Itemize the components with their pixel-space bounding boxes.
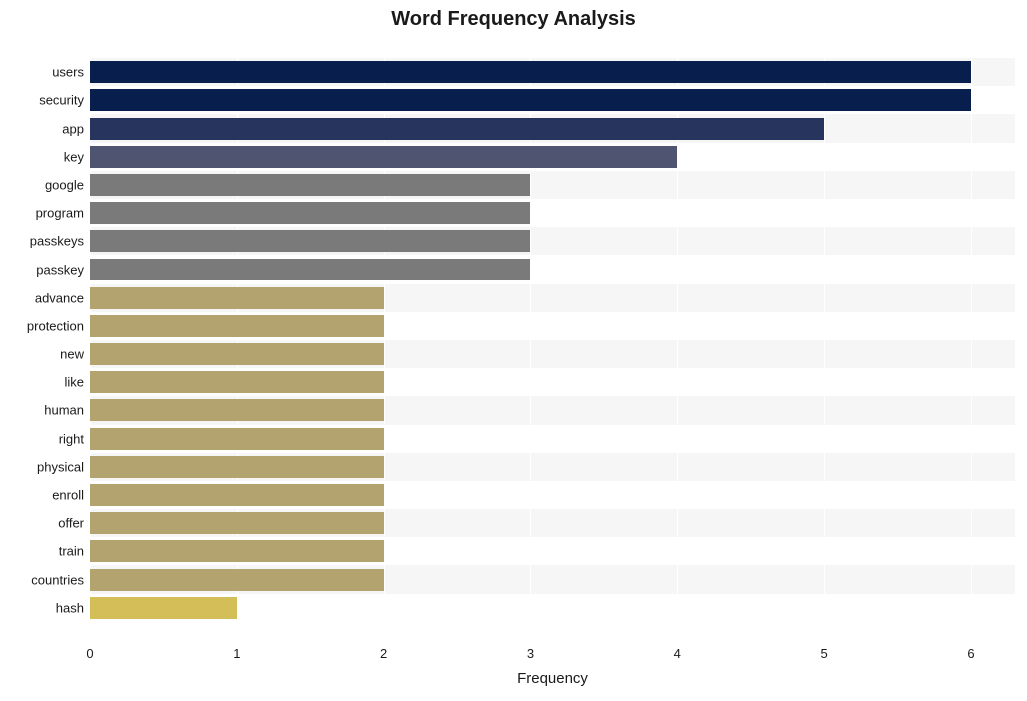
bar xyxy=(90,202,530,224)
y-tick-label: right xyxy=(59,431,84,446)
y-tick-label: enroll xyxy=(52,488,84,503)
bar-row: human xyxy=(90,396,1015,424)
bar xyxy=(90,61,971,83)
bar xyxy=(90,456,384,478)
y-tick-label: advance xyxy=(35,290,84,305)
gridline xyxy=(824,38,825,642)
bar xyxy=(90,484,384,506)
bar xyxy=(90,371,384,393)
y-tick-label: human xyxy=(44,403,84,418)
bar xyxy=(90,146,677,168)
y-tick-label: security xyxy=(39,93,84,108)
bar xyxy=(90,512,384,534)
y-tick-label: passkeys xyxy=(30,234,84,249)
bar-row: users xyxy=(90,58,1015,86)
bar-row: advance xyxy=(90,284,1015,312)
bar-row: key xyxy=(90,143,1015,171)
y-tick-label: physical xyxy=(37,459,84,474)
y-tick-label: app xyxy=(62,121,84,136)
bar xyxy=(90,399,384,421)
bar xyxy=(90,230,530,252)
y-tick-label: google xyxy=(45,177,84,192)
bar xyxy=(90,174,530,196)
y-tick-label: program xyxy=(36,206,84,221)
bar-row: passkey xyxy=(90,255,1015,283)
y-tick-label: users xyxy=(52,65,84,80)
x-tick-label: 6 xyxy=(967,646,974,661)
bar xyxy=(90,89,971,111)
bar-row: physical xyxy=(90,453,1015,481)
x-tick-label: 4 xyxy=(674,646,681,661)
bar xyxy=(90,569,384,591)
y-tick-label: new xyxy=(60,347,84,362)
x-tick-label: 1 xyxy=(233,646,240,661)
bar xyxy=(90,343,384,365)
y-tick-label: key xyxy=(64,149,84,164)
y-tick-label: like xyxy=(64,375,84,390)
bar-row: app xyxy=(90,114,1015,142)
bar xyxy=(90,259,530,281)
bar xyxy=(90,287,384,309)
x-axis-title: Frequency xyxy=(90,670,1015,687)
bar-row: google xyxy=(90,171,1015,199)
y-tick-label: passkey xyxy=(36,262,84,277)
bar-row: hash xyxy=(90,594,1015,622)
bar-row: program xyxy=(90,199,1015,227)
chart-title: Word Frequency Analysis xyxy=(0,8,1027,31)
bar-row: security xyxy=(90,86,1015,114)
bar xyxy=(90,118,824,140)
bar xyxy=(90,597,237,619)
bar-row: protection xyxy=(90,312,1015,340)
x-tick-label: 2 xyxy=(380,646,387,661)
y-tick-label: hash xyxy=(56,600,84,615)
gridline xyxy=(971,38,972,642)
bar-row: like xyxy=(90,368,1015,396)
bar-row: enroll xyxy=(90,481,1015,509)
plot-area: userssecurityappkeygoogleprogrampasskeys… xyxy=(90,38,1015,642)
y-tick-label: countries xyxy=(31,572,84,587)
x-tick-label: 3 xyxy=(527,646,534,661)
bar-row: train xyxy=(90,537,1015,565)
bar-row: offer xyxy=(90,509,1015,537)
y-tick-label: protection xyxy=(27,318,84,333)
bar xyxy=(90,540,384,562)
bar-row: right xyxy=(90,425,1015,453)
bar xyxy=(90,428,384,450)
y-tick-label: train xyxy=(59,544,84,559)
bar-row: passkeys xyxy=(90,227,1015,255)
word-frequency-chart: Word Frequency Analysis userssecurityapp… xyxy=(0,0,1027,701)
bar-row: new xyxy=(90,340,1015,368)
bar-row: countries xyxy=(90,565,1015,593)
x-tick-label: 5 xyxy=(821,646,828,661)
x-tick-label: 0 xyxy=(86,646,93,661)
y-tick-label: offer xyxy=(58,516,84,531)
bar xyxy=(90,315,384,337)
x-axis-ticks: 0123456 xyxy=(90,646,1015,664)
